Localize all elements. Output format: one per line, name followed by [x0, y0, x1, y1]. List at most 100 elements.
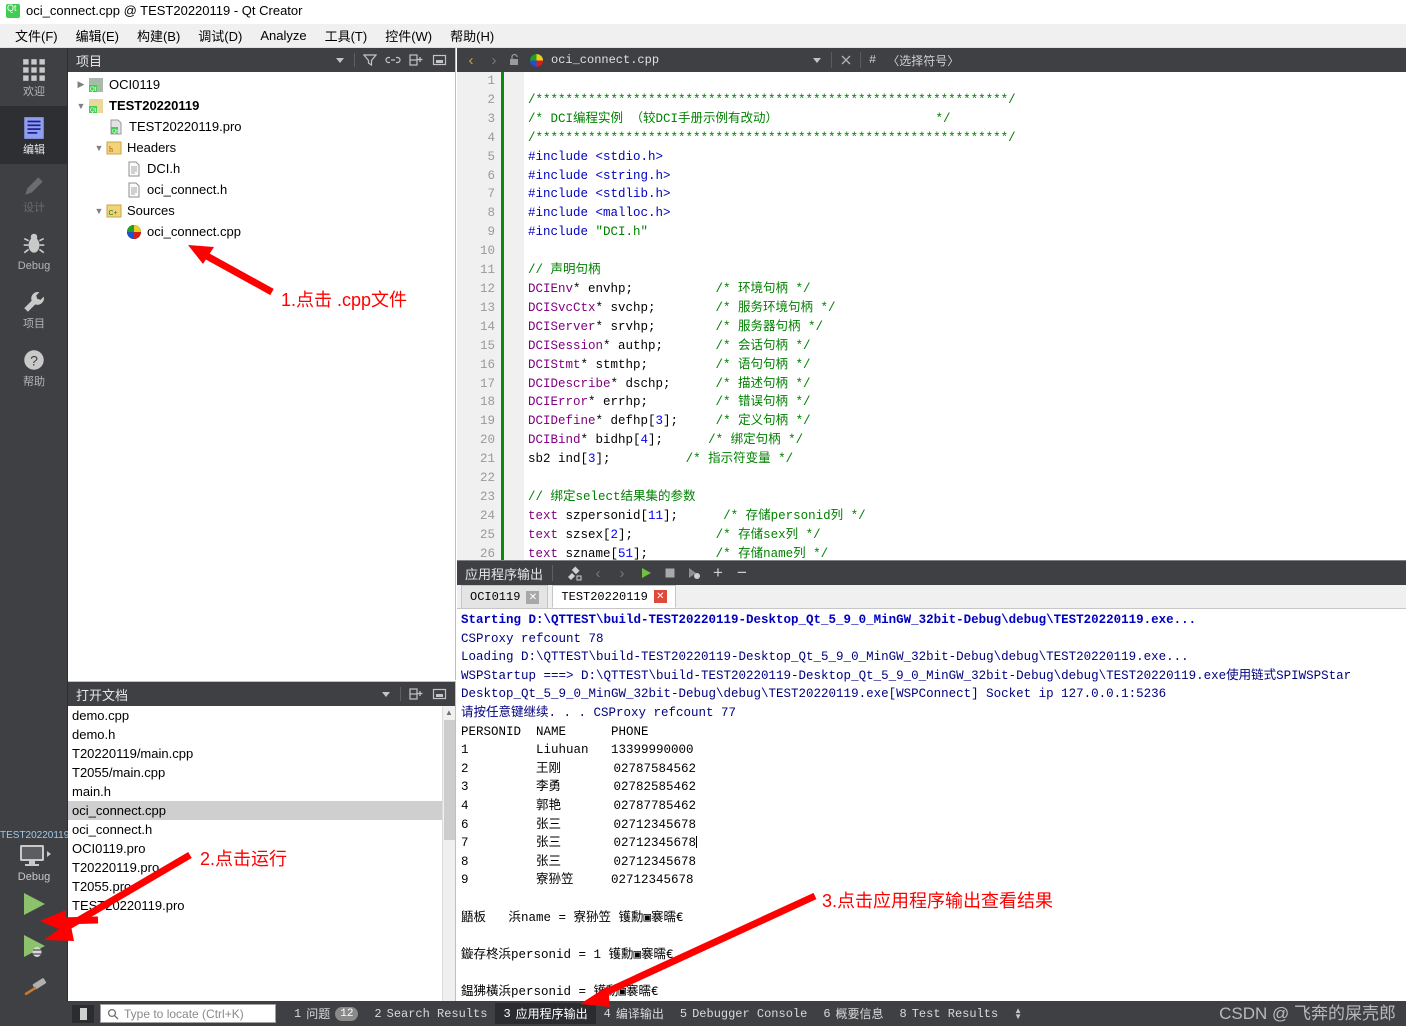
- editor-filename[interactable]: oci_connect.cpp: [551, 53, 659, 67]
- code-line[interactable]: DCIServer* srvhp; /* 服务器句柄 */: [528, 318, 1406, 337]
- status-item-debugger-console[interactable]: 5 Debugger Console: [672, 1005, 815, 1023]
- open-documents-scrollbar[interactable]: ▲: [442, 706, 455, 1001]
- chevron-down-icon[interactable]: [334, 54, 346, 66]
- close-panel-icon[interactable]: [432, 687, 447, 701]
- code-line[interactable]: DCIError* errhp; /* 错误句柄 */: [528, 393, 1406, 412]
- code-line[interactable]: [528, 469, 1406, 488]
- chevron-right-icon[interactable]: ›: [484, 52, 504, 69]
- code-line[interactable]: #include <malloc.h>: [528, 204, 1406, 223]
- menu-item-analyze[interactable]: Analyze: [251, 26, 315, 45]
- code-line[interactable]: #include <stdio.h>: [528, 148, 1406, 167]
- menu-item-file[interactable]: 文件(F): [6, 24, 67, 47]
- status-item-compile-output[interactable]: 4 编译输出: [596, 1003, 672, 1024]
- list-item[interactable]: demo.cpp: [68, 706, 442, 725]
- menu-item-tools[interactable]: 工具(T): [316, 24, 377, 47]
- tab-oci0119[interactable]: OCI0119 ✕: [461, 585, 549, 608]
- code-line[interactable]: #include <stdlib.h>: [528, 185, 1406, 204]
- editor-code-area[interactable]: 1 2 3 4 5 6 7 8 9 10 11 12 13 14 15 16 17 18 19 20 21 22 23 24 2…: [457, 72, 1406, 560]
- link-icon[interactable]: [385, 53, 401, 67]
- list-item[interactable]: OCI0119.pro: [68, 839, 442, 858]
- menu-item-window[interactable]: 控件(W): [376, 24, 441, 47]
- unlocked-icon[interactable]: [507, 53, 521, 67]
- close-icon[interactable]: ✕: [653, 590, 667, 603]
- code-line[interactable]: DCIDescribe* dschp; /* 描述句柄 */: [528, 375, 1406, 394]
- code-line[interactable]: DCISession* authp; /* 会话句柄 */: [528, 337, 1406, 356]
- tree-item-test20220119-pro[interactable]: Qt TEST20220119.pro: [68, 116, 455, 137]
- status-item-summary[interactable]: 6 概要信息: [815, 1003, 891, 1024]
- code-line[interactable]: DCISvcCtx* svchp; /* 服务环境句柄 */: [528, 299, 1406, 318]
- stop-icon[interactable]: [658, 566, 682, 580]
- status-item-problems[interactable]: 1 问题 12: [286, 1003, 366, 1024]
- run-button[interactable]: [11, 883, 57, 925]
- close-icon[interactable]: [840, 54, 852, 66]
- chevron-down-icon[interactable]: [811, 54, 823, 66]
- code-line[interactable]: DCIEnv* envhp; /* 环境句柄 */: [528, 280, 1406, 299]
- status-item-test-results[interactable]: 8 Test Results: [892, 1005, 1007, 1023]
- code-line[interactable]: // 声明句柄: [528, 261, 1406, 280]
- scrollbar-thumb[interactable]: [444, 720, 455, 840]
- code-line[interactable]: #include <string.h>: [528, 167, 1406, 186]
- status-item-search-results[interactable]: 2 Search Results: [366, 1005, 495, 1023]
- code-line[interactable]: text szname[51]; /* 存储name列 */: [528, 545, 1406, 560]
- code-line[interactable]: DCIBind* bidhp[4]; /* 绑定句柄 */: [528, 431, 1406, 450]
- list-item[interactable]: main.h: [68, 782, 442, 801]
- mode-debug[interactable]: Debug: [0, 222, 68, 280]
- tree-item-oci-connect-cpp[interactable]: oci_connect.cpp: [68, 221, 455, 242]
- list-item[interactable]: demo.h: [68, 725, 442, 744]
- mode-edit[interactable]: 编辑: [0, 106, 68, 164]
- source-code-text[interactable]: /***************************************…: [524, 72, 1406, 560]
- split-icon[interactable]: [409, 687, 424, 701]
- tree-item-sources[interactable]: ▼ C+ Sources: [68, 200, 455, 221]
- list-item[interactable]: T20220119.pro: [68, 858, 442, 877]
- split-icon[interactable]: [409, 53, 424, 67]
- expand-arrow-expanded-icon[interactable]: ▼: [92, 204, 106, 218]
- list-item[interactable]: TEST20220119.pro: [68, 896, 442, 915]
- folding-gutter[interactable]: [504, 72, 524, 560]
- code-line[interactable]: [528, 72, 1406, 91]
- filter-icon[interactable]: [363, 53, 377, 67]
- expand-arrow-collapsed-icon[interactable]: ▶: [74, 78, 88, 92]
- tree-item-oci0119[interactable]: ▶ Qt OCI0119: [68, 74, 455, 95]
- code-line[interactable]: DCIStmt* stmthp; /* 语句句柄 */: [528, 356, 1406, 375]
- menu-item-build[interactable]: 构建(B): [128, 24, 189, 47]
- code-line[interactable]: text szpersonid[11]; /* 存储personid列 */: [528, 507, 1406, 526]
- expand-arrow-expanded-icon[interactable]: ▼: [74, 99, 88, 113]
- clear-output-icon[interactable]: [562, 565, 586, 581]
- tab-test20220119[interactable]: TEST20220119 ✕: [552, 585, 676, 608]
- chevron-down-icon[interactable]: [380, 688, 392, 700]
- code-line[interactable]: #include "DCI.h": [528, 223, 1406, 242]
- code-line[interactable]: // 绑定select结果集的参数: [528, 488, 1406, 507]
- code-line[interactable]: text szsex[2]; /* 存储sex列 */: [528, 526, 1406, 545]
- menu-item-help[interactable]: 帮助(H): [441, 24, 503, 47]
- zoom-out-icon[interactable]: −: [730, 563, 754, 583]
- open-documents-list[interactable]: demo.cpp demo.h T20220119/main.cpp T2055…: [68, 706, 442, 1001]
- next-item-icon[interactable]: ›: [610, 565, 634, 582]
- code-line[interactable]: sb2 ind[3]; /* 指示符变量 */: [528, 450, 1406, 469]
- status-item-application-output[interactable]: 3 应用程序输出: [495, 1003, 596, 1024]
- run-icon[interactable]: [634, 566, 658, 580]
- mode-projects[interactable]: 项目: [0, 280, 68, 338]
- list-item[interactable]: oci_connect.h: [68, 820, 442, 839]
- kit-selector[interactable]: Debug: [17, 843, 51, 883]
- tree-item-oci-connect-h[interactable]: oci_connect.h: [68, 179, 455, 200]
- list-item-selected[interactable]: oci_connect.cpp: [68, 801, 442, 820]
- code-line[interactable]: [528, 242, 1406, 261]
- code-line[interactable]: /***************************************…: [528, 91, 1406, 110]
- menu-item-edit[interactable]: 编辑(E): [67, 24, 128, 47]
- search-input[interactable]: Type to locate (Ctrl+K): [100, 1004, 276, 1023]
- code-line[interactable]: /***************************************…: [528, 129, 1406, 148]
- list-item[interactable]: T20220119/main.cpp: [68, 744, 442, 763]
- start-debugging-button[interactable]: [11, 925, 57, 967]
- output-text[interactable]: Starting D:\QTTEST\build-TEST20220119-De…: [457, 609, 1406, 1001]
- project-tree[interactable]: ▶ Qt OCI0119 ▼ Qt TEST20220119 Qt TEST20…: [68, 72, 455, 680]
- toggle-sidebar-icon[interactable]: [72, 1004, 94, 1023]
- symbol-selector[interactable]: 〈选择符号〉: [887, 52, 959, 69]
- close-icon[interactable]: ✕: [526, 590, 540, 604]
- list-item[interactable]: T2055/main.cpp: [68, 763, 442, 782]
- tree-item-test20220119[interactable]: ▼ Qt TEST20220119: [68, 95, 455, 116]
- code-line[interactable]: DCIDefine* defhp[3]; /* 定义句柄 */: [528, 412, 1406, 431]
- tree-item-dci-h[interactable]: DCI.h: [68, 158, 455, 179]
- mode-welcome[interactable]: 欢迎: [0, 48, 68, 106]
- tree-item-headers[interactable]: ▼ h Headers: [68, 137, 455, 158]
- close-panel-icon[interactable]: [432, 53, 447, 67]
